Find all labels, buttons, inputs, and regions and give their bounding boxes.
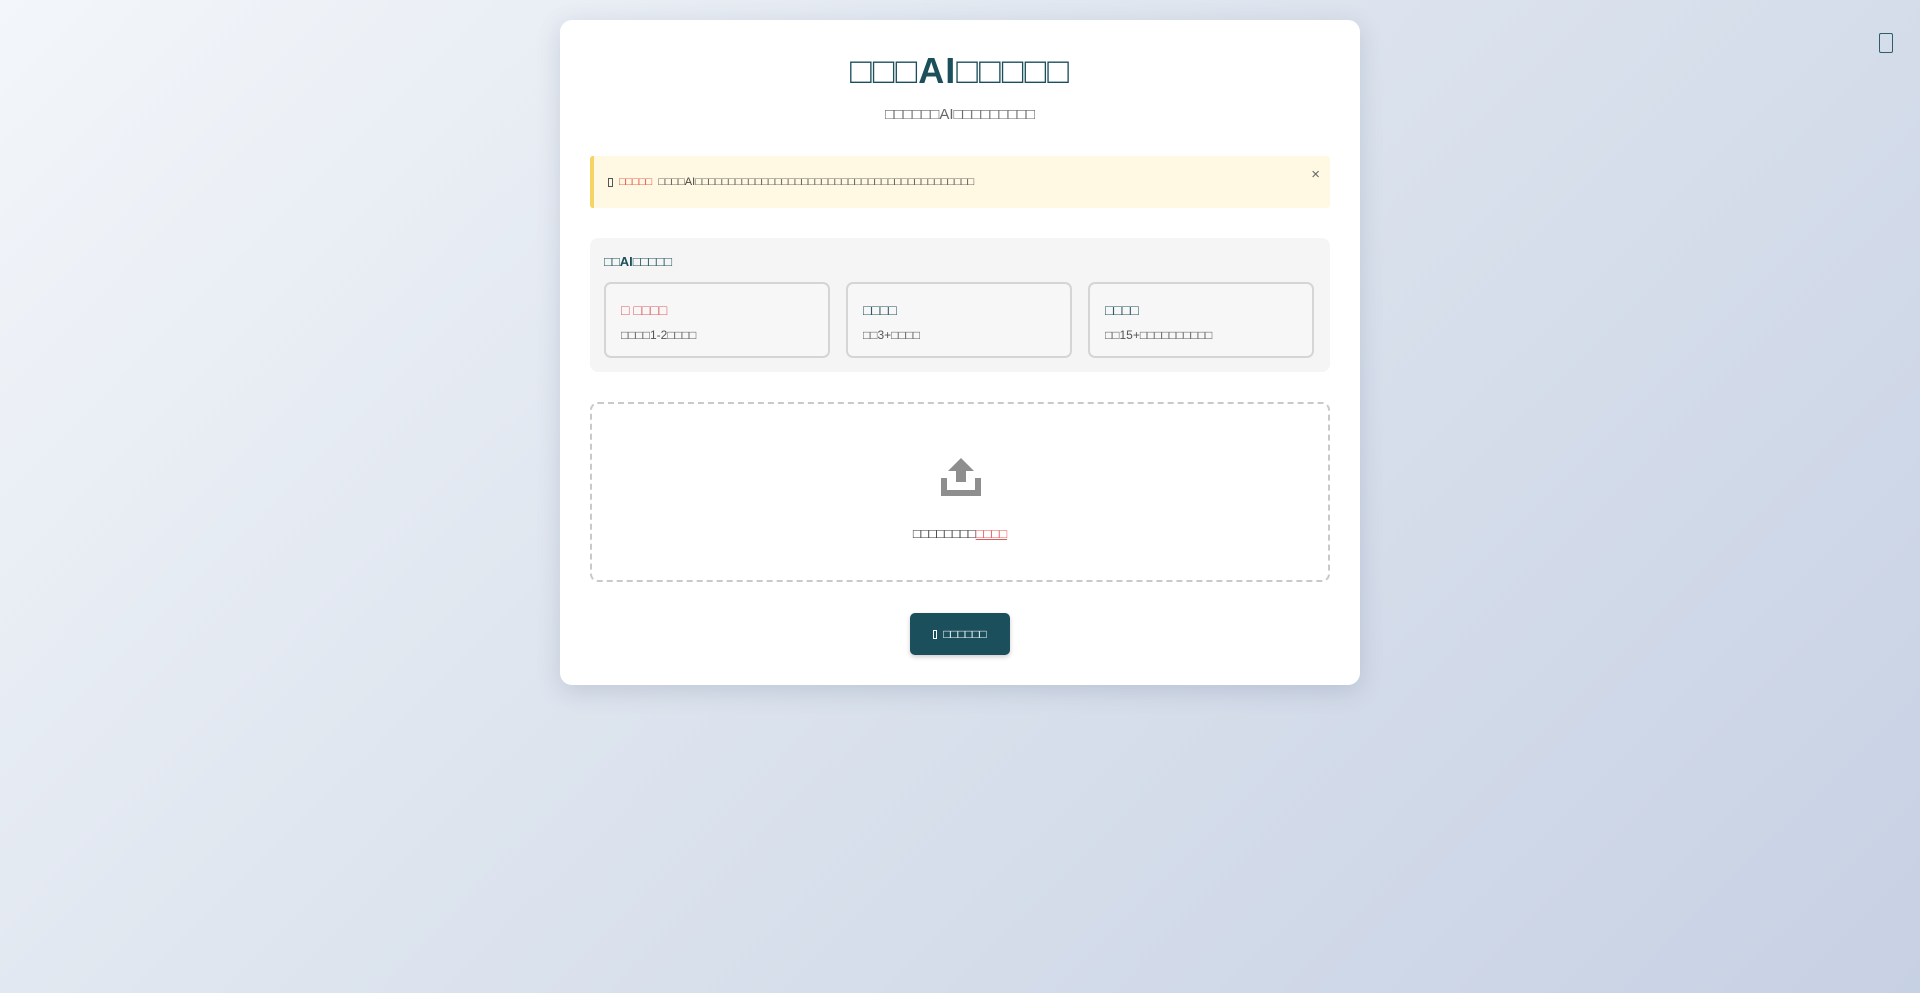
close-icon[interactable]: × [1311,166,1320,183]
upload-icon [941,458,981,496]
convert-button-label: □□□□□□ [943,627,987,641]
page-subtitle: □□□□□□AI□□□□□□□□□ [884,106,1036,123]
model-option-name: □ □□□□ [621,302,668,318]
convert-button[interactable]: □□□□□□ [910,613,1010,655]
upload-hint: □□□□□□□□□□□□ [592,526,1328,541]
model-option-name: □□□□ [1105,302,1139,318]
corner-menu-icon[interactable] [1879,33,1893,53]
model-option-desc: □□3+□□□□ [863,328,921,342]
model-option-desc: □□□□1-2□□□□ [621,328,697,342]
page-title: □□□AI□□□□□ [850,50,1070,91]
convert-icon [933,629,938,639]
upload-dropzone[interactable]: □□□□□□□□□□□□ [590,402,1330,582]
notice-highlight: □□□□□ [619,176,653,188]
model-option-desc: □□15+□□□□□□□□□□ [1105,328,1213,342]
main-card: □□□AI□□□□□ □□□□□□AI□□□□□□□□□ □□□□□ □□□□A… [560,20,1360,685]
upload-browse-link[interactable]: □□□□ [976,526,1007,541]
model-selector-heading: □□AI□□□□□ [604,254,672,269]
model-option-premium[interactable]: □□□□ □□15+□□□□□□□□□□ [1088,282,1314,358]
model-selector: □□AI□□□□□ □ □□□□ □□□□1-2□□□□ □□□□ □□3+□□… [590,238,1330,372]
model-option-name: □□□□ [863,302,897,318]
lightbulb-icon [608,177,613,187]
notice-text: □□□□AI□□□□□□□□□□□□□□□□□□□□□□□□□□□□□□□□□□… [658,176,975,188]
notice-banner: □□□□□ □□□□AI□□□□□□□□□□□□□□□□□□□□□□□□□□□□… [590,156,1330,208]
model-option-standard[interactable]: □□□□ □□3+□□□□ [846,282,1072,358]
upload-hint-text: □□□□□□□□ [912,526,976,541]
model-option-fast[interactable]: □ □□□□ □□□□1-2□□□□ [604,282,830,358]
